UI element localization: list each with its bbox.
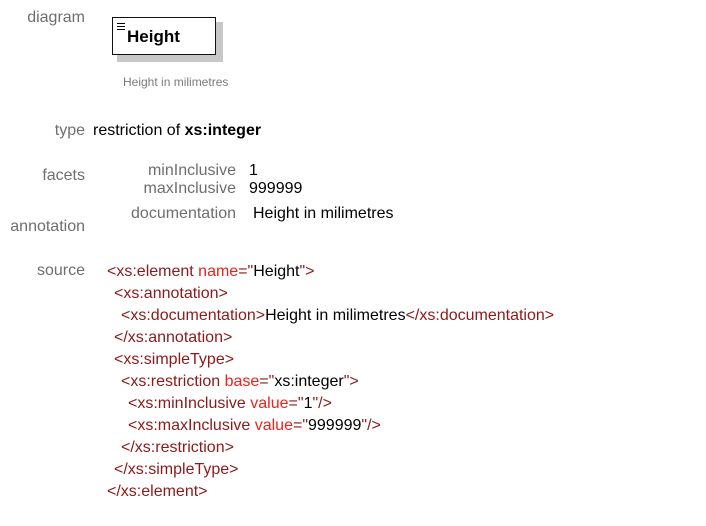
source-value: 999999 — [308, 417, 362, 434]
facet-name: maxInclusive — [143, 180, 236, 197]
facet-value: 999999 — [249, 180, 303, 197]
element-lines-icon — [117, 23, 125, 32]
source-line: </xs:simpleType> — [114, 460, 239, 480]
type-prefix: restriction of — [93, 122, 181, 139]
facet-value: 1 — [249, 162, 258, 179]
source-tag: </xs:simpleType> — [114, 461, 239, 478]
source-tag: <xs:element — [107, 263, 194, 280]
source-attr: name — [198, 263, 239, 280]
source-attr: base — [224, 373, 260, 390]
type-label: type — [54, 122, 85, 139]
source-line: </xs:annotation> — [114, 328, 232, 348]
source-line: <xs:documentation>Height in milimetres</… — [121, 306, 554, 326]
type-value: restriction of xs:integer — [93, 122, 261, 140]
source-line: <xs:minInclusive value="1"/> — [128, 394, 332, 414]
source-attr: value — [250, 395, 289, 412]
source-value: xs:integer — [274, 373, 344, 390]
source-tag: <xs:documentation> — [121, 307, 266, 324]
source-line: </xs:restriction> — [121, 438, 234, 458]
source-attr: value — [254, 417, 293, 434]
source-tag: <xs:maxInclusive — [128, 417, 251, 434]
source-punct: "/> — [312, 395, 332, 412]
source-tag: <xs:minInclusive — [128, 395, 246, 412]
source-text: Height in milimetres — [265, 307, 406, 324]
source-punct: =" — [259, 373, 275, 390]
source-punct: =" — [238, 263, 254, 280]
source-punct: =" — [292, 417, 308, 434]
source-line: <xs:annotation> — [114, 284, 228, 304]
source-tag: <xs:simpleType> — [114, 351, 235, 368]
source-line: <xs:maxInclusive value="999999"/> — [128, 416, 381, 436]
type-base: xs:integer — [184, 122, 262, 139]
source-value: Height — [253, 263, 300, 280]
source-punct: "> — [299, 263, 315, 280]
source-line: <xs:element name="Height"> — [107, 262, 315, 282]
facets-label: facets — [42, 167, 85, 184]
source-tag: </xs:restriction> — [121, 439, 234, 456]
diagram-documentation: Height in milimetres — [123, 75, 229, 89]
source-punct: "> — [343, 373, 359, 390]
source-punct: =" — [288, 395, 304, 412]
source-tag: </xs:annotation> — [114, 329, 233, 346]
annotation-key: documentation — [131, 205, 236, 222]
source-tag: <xs:restriction — [121, 373, 221, 390]
source-tag: </xs:element> — [107, 483, 208, 500]
element-diagram-box[interactable]: Height — [112, 17, 216, 55]
source-punct: "/> — [361, 417, 381, 434]
annotation-value: Height in milimetres — [253, 205, 394, 222]
source-tag: <xs:annotation> — [114, 285, 228, 302]
diagram-element-name: Height — [127, 27, 180, 46]
source-line: <xs:restriction base="xs:integer"> — [121, 372, 359, 392]
source-line: </xs:element> — [107, 482, 208, 502]
annotation-label: annotation — [10, 218, 85, 235]
facet-name: minInclusive — [147, 162, 236, 179]
source-label: source — [36, 262, 85, 279]
diagram-label: diagram — [27, 9, 85, 26]
source-tag: </xs:documentation> — [405, 307, 555, 324]
source-line: <xs:simpleType> — [114, 350, 234, 370]
